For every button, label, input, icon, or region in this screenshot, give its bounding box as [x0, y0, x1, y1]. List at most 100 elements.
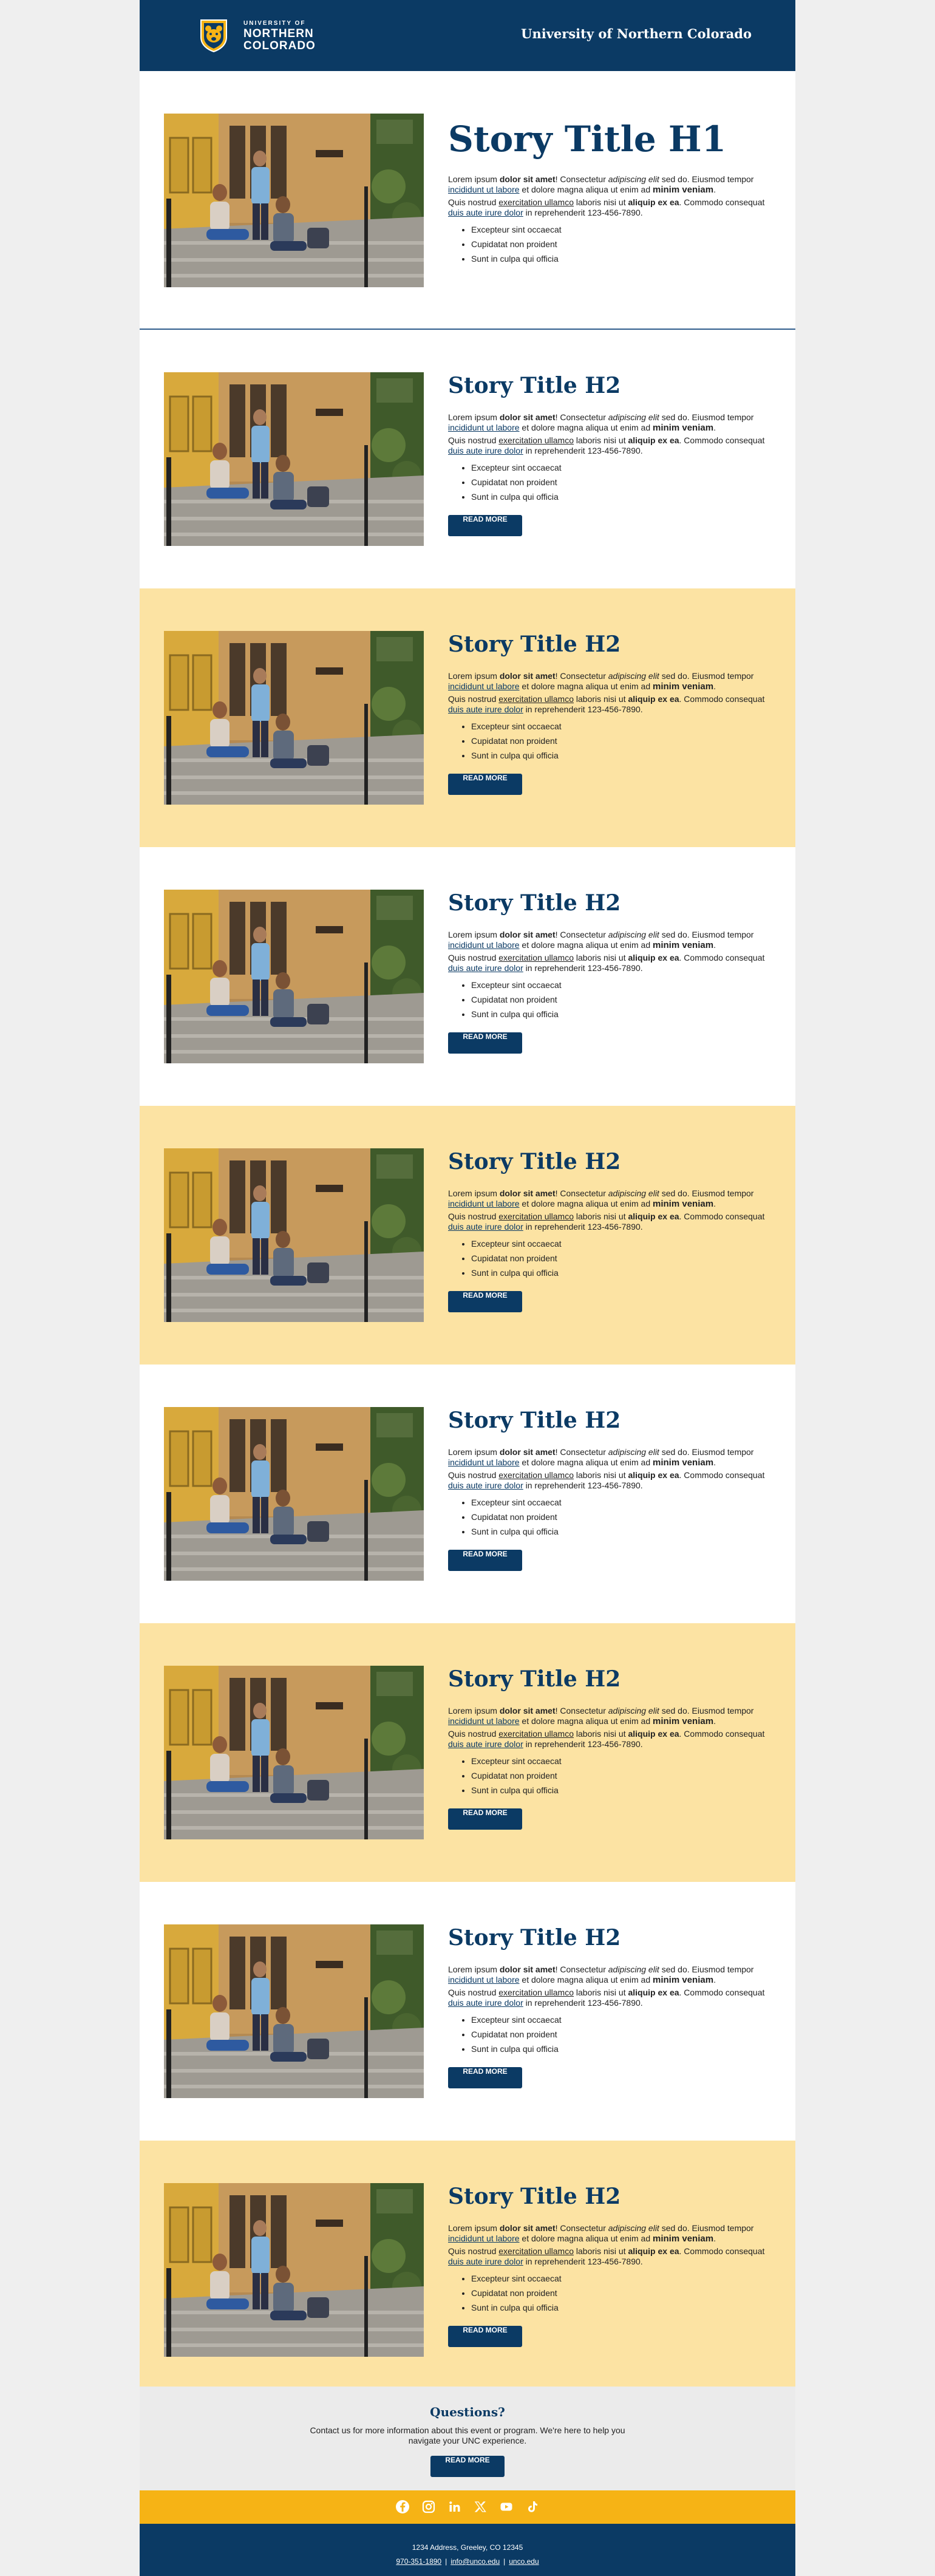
inline-link[interactable]: incididunt ut labore — [448, 423, 520, 432]
story-title: Story Title H1 — [448, 118, 727, 160]
list-item: Cupidatat non proident — [471, 1510, 770, 1524]
story-bullet-list: Excepteur sint occaecat Cupidatat non pr… — [448, 460, 770, 504]
story-title: Story Title H2 — [448, 2184, 621, 2209]
footer-email-link[interactable]: info@unco.edu — [450, 2557, 500, 2566]
list-item: Cupidatat non proident — [471, 734, 770, 748]
read-more-button[interactable]: READ MORE — [448, 515, 522, 536]
inline-link[interactable]: exercitation ullamco — [498, 435, 574, 445]
bold-text: minim veniam — [653, 185, 714, 195]
story-paragraph-2: Quis nostrud exercitation ullamco labori… — [448, 1211, 770, 1232]
story-photo[interactable] — [164, 1148, 424, 1322]
italic-text: adipiscing elit — [608, 1706, 659, 1716]
story-photo[interactable] — [164, 1924, 424, 2098]
text: ! Consectetur — [555, 1706, 608, 1716]
inline-link[interactable]: exercitation ullamco — [498, 1729, 574, 1739]
inline-link[interactable]: duis aute irure dolor — [448, 963, 523, 973]
text: et dolore magna aliqua ut enim ad — [519, 2234, 653, 2243]
students-on-steps-photo — [164, 1924, 424, 2098]
story-body: Story Title H2 Lorem ipsum dolor sit ame… — [448, 1666, 770, 1830]
inline-link[interactable]: incididunt ut labore — [448, 681, 520, 691]
inline-link[interactable]: exercitation ullamco — [498, 197, 574, 207]
linkedin-icon[interactable] — [447, 2499, 463, 2515]
story-photo[interactable] — [164, 631, 424, 805]
text: . — [713, 1457, 716, 1467]
read-more-button[interactable]: READ MORE — [448, 774, 522, 795]
story-paragraph-1: Lorem ipsum dolor sit amet! Consectetur … — [448, 671, 770, 692]
list-item: Excepteur sint occaecat — [471, 2271, 770, 2286]
list-item: Sunt in culpa qui officia — [471, 1266, 770, 1280]
tiktok-icon[interactable] — [525, 2499, 540, 2515]
inline-link[interactable]: incididunt ut labore — [448, 185, 520, 194]
inline-link[interactable]: duis aute irure dolor — [448, 1998, 523, 2008]
inline-link[interactable]: incididunt ut labore — [448, 1716, 520, 1726]
text: Quis nostrud — [448, 694, 499, 704]
story-photo[interactable] — [164, 1407, 424, 1581]
inline-link[interactable]: duis aute irure dolor — [448, 208, 523, 217]
students-on-steps-photo — [164, 372, 424, 546]
instagram-icon[interactable] — [421, 2499, 437, 2515]
youtube-icon[interactable] — [498, 2499, 514, 2515]
bold-text: minim veniam — [653, 2234, 714, 2244]
footer-website-link[interactable]: unco.edu — [509, 2557, 539, 2566]
inline-link[interactable]: duis aute irure dolor — [448, 1222, 523, 1232]
inline-link[interactable]: incididunt ut labore — [448, 1457, 520, 1467]
bold-text: minim veniam — [653, 1716, 714, 1726]
students-on-steps-photo — [164, 1407, 424, 1581]
bold-text: dolor sit amet — [499, 412, 556, 422]
read-more-button[interactable]: READ MORE — [448, 1032, 522, 1054]
inline-link[interactable]: duis aute irure dolor — [448, 1481, 523, 1490]
story-photo[interactable] — [164, 1666, 424, 1839]
read-more-button[interactable]: READ MORE — [448, 1550, 522, 1571]
inline-link[interactable]: exercitation ullamco — [498, 1211, 574, 1221]
inline-link[interactable]: incididunt ut labore — [448, 940, 520, 950]
story-photo[interactable] — [164, 890, 424, 1063]
story-paragraph-2: Quis nostrud exercitation ullamco labori… — [448, 197, 770, 218]
story-body: Story Title H2 Lorem ipsum dolor sit ame… — [448, 1407, 770, 1571]
read-more-button[interactable]: READ MORE — [448, 1808, 522, 1830]
text: ! Consectetur — [555, 412, 608, 422]
text: in reprehenderit 123-456-7890. — [523, 208, 643, 217]
read-more-button[interactable]: READ MORE — [448, 2067, 522, 2088]
inline-link[interactable]: duis aute irure dolor — [448, 704, 523, 714]
story-photo[interactable] — [164, 114, 424, 287]
story-photo[interactable] — [164, 2183, 424, 2357]
inline-link[interactable]: duis aute irure dolor — [448, 446, 523, 455]
inline-link[interactable]: exercitation ullamco — [498, 694, 574, 704]
read-more-button[interactable]: READ MORE — [448, 1291, 522, 1312]
story-paragraph-2: Quis nostrud exercitation ullamco labori… — [448, 2246, 770, 2267]
inline-link[interactable]: incididunt ut labore — [448, 1199, 520, 1208]
footer-phone-link[interactable]: 970-351-1890 — [396, 2557, 441, 2566]
inline-link[interactable]: exercitation ullamco — [498, 1988, 574, 1997]
inline-link[interactable]: exercitation ullamco — [498, 2246, 574, 2256]
text: in reprehenderit 123-456-7890. — [523, 1222, 643, 1232]
inline-link[interactable]: duis aute irure dolor — [448, 1739, 523, 1749]
story-paragraph-2: Quis nostrud exercitation ullamco labori… — [448, 1470, 770, 1491]
text: et dolore magna aliqua ut enim ad — [519, 940, 653, 950]
bold-text: dolor sit amet — [499, 1706, 556, 1716]
story-section: Story Title H2 Lorem ipsum dolor sit ame… — [140, 1882, 795, 2141]
questions-read-more-button[interactable]: READ MORE — [430, 2456, 505, 2477]
inline-link[interactable]: exercitation ullamco — [498, 953, 574, 963]
list-item: Cupidatat non proident — [471, 1768, 770, 1783]
list-item: Sunt in culpa qui officia — [471, 748, 770, 763]
read-more-button[interactable]: READ MORE — [448, 2326, 522, 2347]
unc-logo[interactable]: UNIVERSITY OF NORTHERN COLORADO — [196, 18, 330, 53]
facebook-icon[interactable] — [395, 2499, 410, 2515]
story-photo[interactable] — [164, 372, 424, 546]
list-item: Sunt in culpa qui officia — [471, 1007, 770, 1021]
text: sed do. Eiusmod tempor — [659, 1706, 754, 1716]
inline-link[interactable]: incididunt ut labore — [448, 2234, 520, 2243]
text: Quis nostrud — [448, 197, 499, 207]
inline-link[interactable]: incididunt ut labore — [448, 1975, 520, 1985]
email-container: UNIVERSITY OF NORTHERN COLORADO Universi… — [140, 0, 795, 2576]
x-icon[interactable] — [472, 2499, 488, 2515]
text: in reprehenderit 123-456-7890. — [523, 1998, 643, 2008]
inline-link[interactable]: duis aute irure dolor — [448, 2257, 523, 2266]
text: laboris nisi ut — [574, 2246, 628, 2256]
text: in reprehenderit 123-456-7890. — [523, 1481, 643, 1490]
inline-link[interactable]: exercitation ullamco — [498, 1470, 574, 1480]
text: laboris nisi ut — [574, 435, 628, 445]
text: . Commodo consequat — [679, 694, 765, 704]
bold-text: minim veniam — [653, 940, 714, 950]
story-bullet-list: Excepteur sint occaecat Cupidatat non pr… — [448, 1495, 770, 1539]
